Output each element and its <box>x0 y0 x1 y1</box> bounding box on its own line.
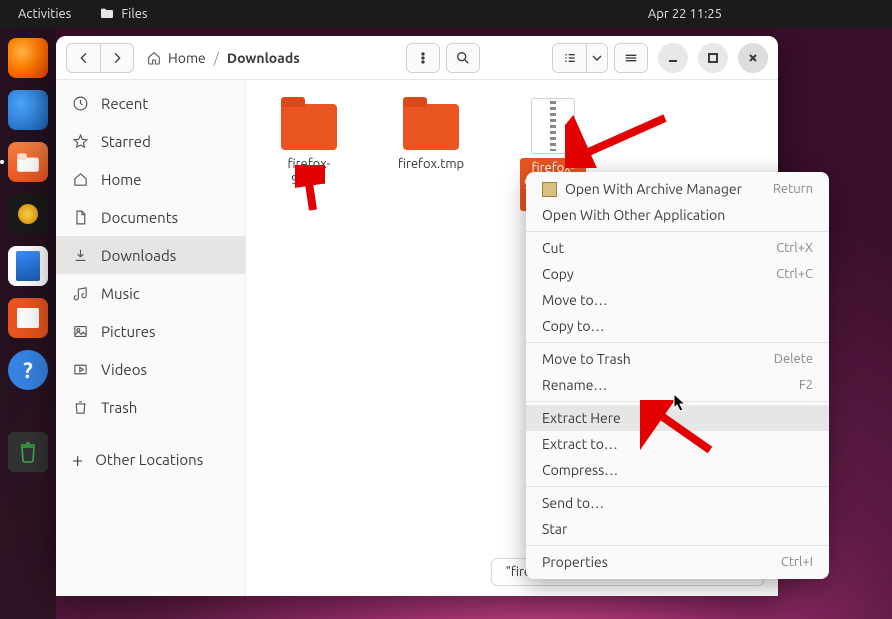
dock: ? <box>0 28 56 619</box>
ctx-label: Open With Archive Manager <box>565 181 742 197</box>
folder-icon <box>99 6 115 22</box>
sidebar-item-label: Trash <box>101 399 137 416</box>
view-grid-button[interactable] <box>614 43 648 73</box>
sidebar-item-label: Starred <box>101 133 151 150</box>
ctx-label: Open With Other Application <box>542 207 725 223</box>
sidebar-item-trash[interactable]: Trash <box>56 388 245 426</box>
ctx-label: Move to… <box>542 292 608 308</box>
header-bar: Home / Downloads <box>56 36 778 80</box>
ctx-separator <box>526 545 829 546</box>
close-button[interactable] <box>738 43 768 73</box>
top-bar: Activities Files Apr 22 11:25 <box>0 0 892 28</box>
breadcrumb-current[interactable]: Downloads <box>227 50 300 66</box>
sidebar-item-label: Downloads <box>101 247 176 264</box>
ctx-separator <box>526 231 829 232</box>
sidebar-item-starred[interactable]: Starred <box>56 122 245 160</box>
ctx-copy-to[interactable]: Copy to… <box>526 313 829 339</box>
sidebar: Recent Starred Home Documents Downloads … <box>56 80 246 596</box>
dock-software[interactable] <box>8 298 48 338</box>
sidebar-item-label: Home <box>101 171 141 188</box>
sidebar-item-label: Music <box>101 285 140 302</box>
sidebar-item-pictures[interactable]: Pictures <box>56 312 245 350</box>
dock-thunderbird[interactable] <box>8 90 48 130</box>
ctx-label: Copy to… <box>542 318 604 334</box>
ctx-shortcut: Ctrl+I <box>781 555 813 569</box>
minimize-button[interactable] <box>658 43 688 73</box>
sidebar-item-recent[interactable]: Recent <box>56 84 245 122</box>
ctx-label: Cut <box>542 240 564 256</box>
ctx-label: Extract Here <box>542 410 621 426</box>
ctx-compress[interactable]: Compress… <box>526 457 829 483</box>
menu-button[interactable] <box>406 43 440 73</box>
dock-libreoffice[interactable] <box>8 246 48 286</box>
sidebar-item-label: Recent <box>101 95 148 112</box>
dock-rhythmbox[interactable] <box>8 194 48 234</box>
ctx-copy[interactable]: Copy Ctrl+C <box>526 261 829 287</box>
ctx-star[interactable]: Star <box>526 516 829 542</box>
activities-button[interactable]: Activities <box>18 7 71 21</box>
view-dropdown-button[interactable] <box>586 43 608 73</box>
breadcrumb-home-label: Home <box>168 50 206 66</box>
ctx-label: Extract to… <box>542 436 618 452</box>
maximize-button[interactable] <box>698 43 728 73</box>
dock-firefox[interactable] <box>8 38 48 78</box>
ctx-label: Properties <box>542 554 608 570</box>
breadcrumb: Home / Downloads <box>146 50 300 66</box>
ctx-cut[interactable]: Cut Ctrl+X <box>526 235 829 261</box>
home-icon <box>146 50 162 66</box>
context-menu: Open With Archive Manager Return Open Wit… <box>526 172 829 579</box>
sidebar-item-label: Documents <box>101 209 178 226</box>
ctx-label: Compress… <box>542 462 618 478</box>
ctx-label: Star <box>542 521 567 537</box>
ctx-label: Send to… <box>542 495 604 511</box>
view-list-button[interactable] <box>552 43 586 73</box>
ctx-label: Rename… <box>542 377 607 393</box>
file-label: firefox.tmp <box>394 154 468 174</box>
ctx-open-archive-manager[interactable]: Open With Archive Manager Return <box>526 176 829 202</box>
ctx-move-to[interactable]: Move to… <box>526 287 829 313</box>
ctx-properties[interactable]: Properties Ctrl+I <box>526 549 829 575</box>
sidebar-item-label: Other Locations <box>95 451 203 468</box>
sidebar-item-other-locations[interactable]: +Other Locations <box>56 440 245 478</box>
ctx-shortcut: F2 <box>799 378 813 392</box>
ctx-shortcut: Return <box>773 182 813 196</box>
ctx-shortcut: Ctrl+X <box>776 241 813 255</box>
cursor-icon <box>673 393 687 417</box>
ctx-shortcut: Delete <box>774 352 813 366</box>
breadcrumb-home[interactable]: Home <box>146 50 206 66</box>
ctx-open-other-app[interactable]: Open With Other Application <box>526 202 829 228</box>
dock-help[interactable]: ? <box>8 350 48 390</box>
folder-icon <box>281 104 337 150</box>
ctx-separator <box>526 342 829 343</box>
ctx-send-to[interactable]: Send to… <box>526 490 829 516</box>
file-item-folder-firefox-tmp[interactable]: firefox.tmp <box>388 98 474 174</box>
archive-manager-icon <box>542 182 557 197</box>
back-button[interactable] <box>66 43 100 73</box>
annotation-arrow <box>295 165 325 215</box>
sidebar-item-downloads[interactable]: Downloads <box>56 236 245 274</box>
annotation-arrow <box>565 108 675 168</box>
dock-files[interactable] <box>8 142 48 182</box>
sidebar-item-label: Videos <box>101 361 147 378</box>
app-menu-files[interactable]: Files <box>99 6 147 22</box>
ctx-label: Move to Trash <box>542 351 631 367</box>
ctx-label: Copy <box>542 266 574 282</box>
dock-trash[interactable] <box>8 432 48 472</box>
sidebar-item-videos[interactable]: Videos <box>56 350 245 388</box>
ctx-move-trash[interactable]: Move to Trash Delete <box>526 346 829 372</box>
ctx-shortcut: Ctrl+C <box>776 267 813 281</box>
sidebar-item-home[interactable]: Home <box>56 160 245 198</box>
sidebar-item-music[interactable]: Music <box>56 274 245 312</box>
app-menu-label: Files <box>121 7 147 21</box>
clock[interactable]: Apr 22 11:25 <box>648 7 722 21</box>
search-button[interactable] <box>446 43 480 73</box>
ctx-separator <box>526 486 829 487</box>
sidebar-item-documents[interactable]: Documents <box>56 198 245 236</box>
sidebar-item-label: Pictures <box>101 323 156 340</box>
folder-icon <box>403 104 459 150</box>
forward-button[interactable] <box>100 43 134 73</box>
